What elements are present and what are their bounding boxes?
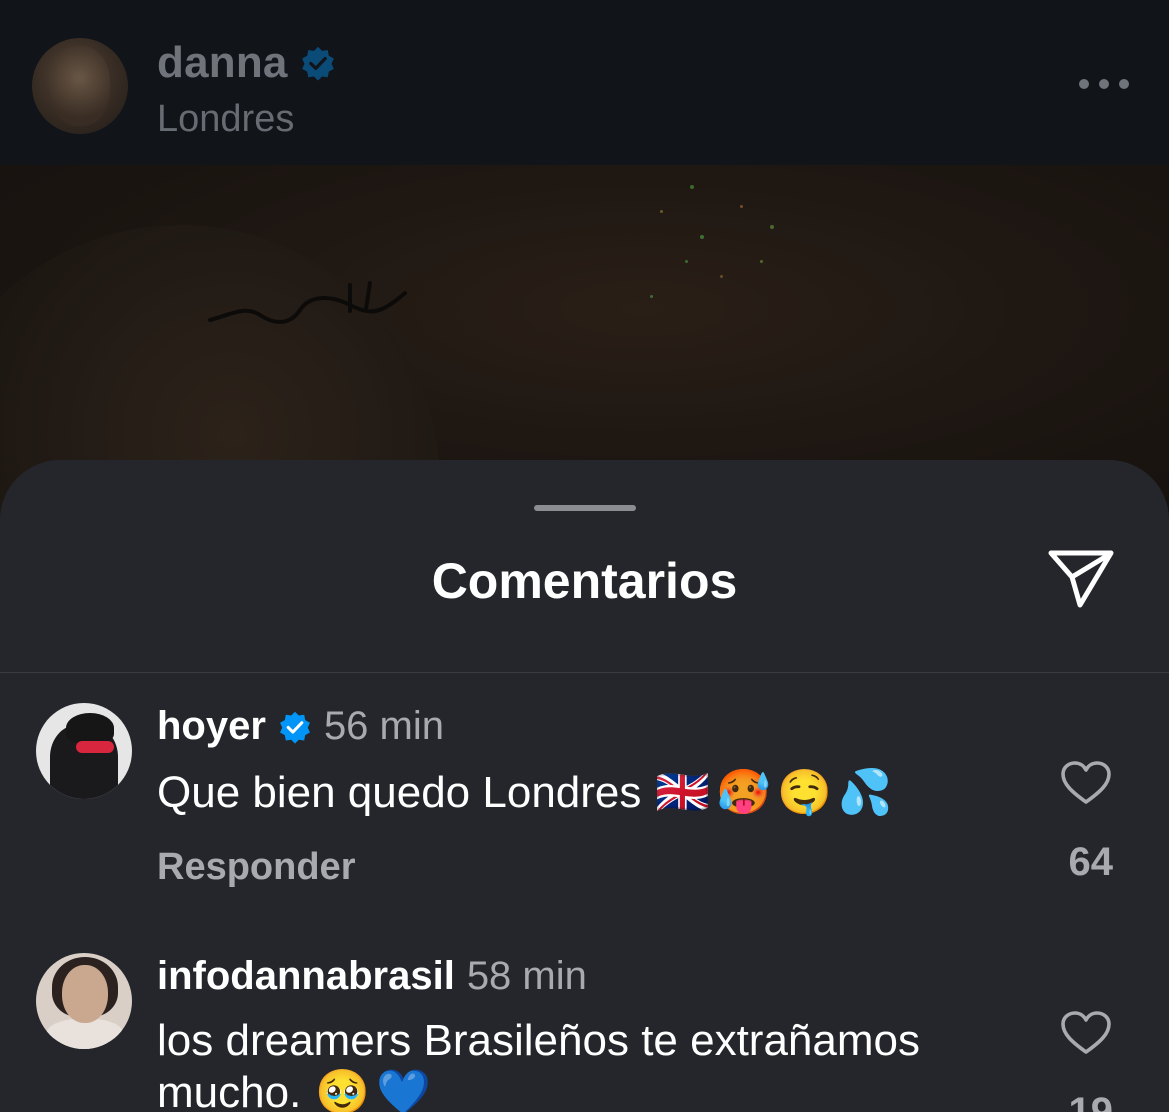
comment-meta: infodannabrasil 58 min (157, 954, 587, 999)
comment-body: Que bien quedo Londres (157, 768, 642, 817)
share-send-icon[interactable] (1046, 545, 1116, 611)
reply-button[interactable]: Responder (157, 846, 355, 889)
comment-emojis: 🥹💙 (315, 1067, 437, 1112)
verified-badge-icon (279, 711, 310, 744)
post-header: danna Londres (0, 0, 1169, 165)
comment-username[interactable]: infodannabrasil (157, 954, 455, 999)
comment-timestamp: 56 min (323, 704, 444, 748)
comment-body-line2: mucho. (157, 1068, 302, 1112)
post-author-avatar[interactable] (32, 38, 128, 134)
comment-text: los dreamers Brasileños te extrañamos (157, 1016, 920, 1066)
more-options-icon[interactable] (1079, 70, 1129, 98)
comment-body: los dreamers Brasileños te extrañamos (157, 1016, 920, 1065)
comments-sheet: Comentarios hoyer 56 min Que bien quedo … (0, 460, 1169, 1112)
post-username[interactable]: danna (157, 38, 288, 88)
heart-icon[interactable] (1060, 760, 1112, 806)
comment-emojis: 🇬🇧🥵🤤💦 (655, 767, 899, 818)
comment-item: hoyer 56 min Que bien quedo Londres 🇬🇧🥵🤤💦… (0, 700, 1169, 920)
comment-item: infodannabrasil 58 min los dreamers Bras… (0, 950, 1169, 1112)
commenter-avatar[interactable] (36, 703, 132, 799)
sheet-divider (0, 672, 1169, 673)
comments-title: Comentarios (431, 553, 738, 609)
comment-text: Que bien quedo Londres 🇬🇧🥵🤤💦 (157, 766, 899, 818)
commenter-avatar[interactable] (36, 953, 132, 1049)
tattoo-detail (208, 281, 407, 324)
heart-icon[interactable] (1060, 1010, 1112, 1056)
like-count: 64 (1068, 840, 1114, 884)
comment-text-line2: mucho. 🥹💙 (157, 1066, 437, 1112)
verified-badge-icon (301, 46, 334, 81)
comment-timestamp: 58 min (466, 954, 587, 998)
post-username-row: danna (157, 38, 336, 88)
instagram-post-view: danna Londres Comentarios hoyer 56 min Q… (0, 0, 1169, 1112)
comment-username[interactable]: hoyer (157, 704, 266, 749)
like-count: 19 (1068, 1090, 1114, 1112)
post-location[interactable]: Londres (157, 98, 294, 141)
comment-meta: hoyer 56 min (157, 704, 444, 749)
sheet-drag-handle[interactable] (534, 505, 636, 511)
